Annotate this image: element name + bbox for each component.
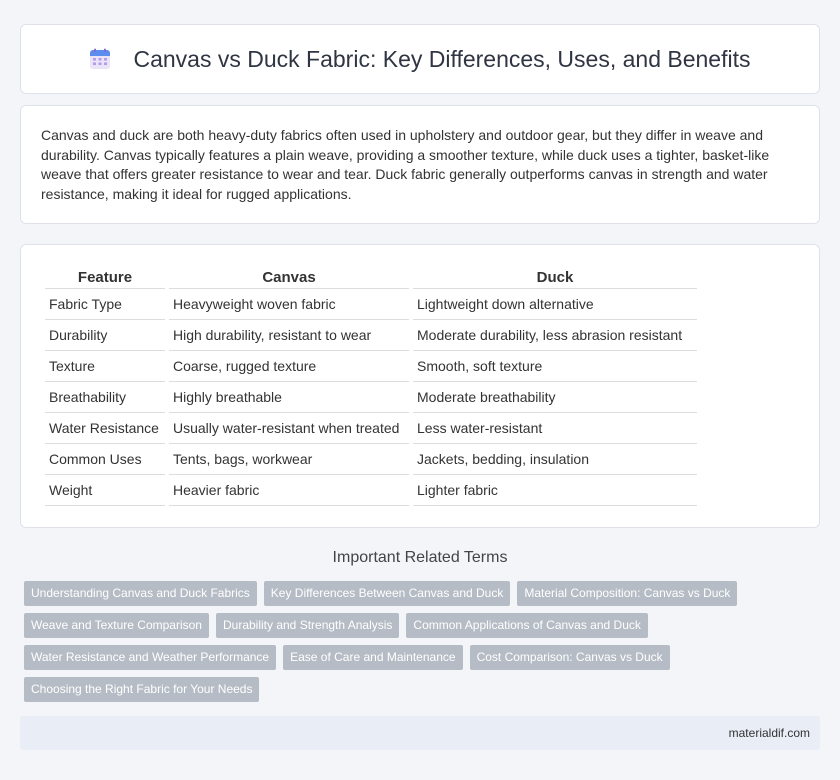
table-cell: Common Uses — [45, 444, 165, 475]
table-cell: Water Resistance — [45, 413, 165, 444]
table-cell: Texture — [45, 351, 165, 382]
intro-text: Canvas and duck are both heavy-duty fabr… — [41, 127, 770, 202]
intro-card: Canvas and duck are both heavy-duty fabr… — [20, 105, 820, 224]
table-row: Breathability Highly breathable Moderate… — [45, 382, 697, 413]
comparison-table: Feature Canvas Duck Fabric Type Heavywei… — [41, 265, 701, 506]
table-row: Weight Heavier fabric Lighter fabric — [45, 475, 697, 506]
table-cell: Durability — [45, 320, 165, 351]
table-cell: Heavier fabric — [169, 475, 409, 506]
header-card: Canvas vs Duck Fabric: Key Differences, … — [20, 24, 820, 94]
table-cell: Jackets, bedding, insulation — [413, 444, 697, 475]
related-term-tag[interactable]: Water Resistance and Weather Performance — [24, 645, 277, 670]
table-cell: Highly breathable — [169, 382, 409, 413]
table-row: Common Uses Tents, bags, workwear Jacket… — [45, 444, 697, 475]
comparison-table-card: Feature Canvas Duck Fabric Type Heavywei… — [20, 244, 820, 528]
table-cell: Fabric Type — [45, 289, 165, 320]
related-term-tag[interactable]: Choosing the Right Fabric for Your Needs — [24, 677, 260, 702]
related-term-tag[interactable]: Understanding Canvas and Duck Fabrics — [24, 581, 257, 606]
header-duck: Duck — [413, 265, 697, 289]
table-row: Fabric Type Heavyweight woven fabric Lig… — [45, 289, 697, 320]
table-cell: Lighter fabric — [413, 475, 697, 506]
table-cell: Less water-resistant — [413, 413, 697, 444]
related-terms-tags: Understanding Canvas and Duck Fabrics Ke… — [24, 581, 824, 709]
table-row: Texture Coarse, rugged texture Smooth, s… — [45, 351, 697, 382]
table-row: Water Resistance Usually water-resistant… — [45, 413, 697, 444]
table-cell: High durability, resistant to wear — [169, 320, 409, 351]
table-row: Durability High durability, resistant to… — [45, 320, 697, 351]
related-term-tag[interactable]: Key Differences Between Canvas and Duck — [263, 581, 511, 606]
footer: materialdif.com — [20, 716, 820, 750]
header-feature: Feature — [45, 265, 165, 289]
table-cell: Lightweight down alternative — [413, 289, 697, 320]
table-cell: Usually water-resistant when treated — [169, 413, 409, 444]
header-canvas: Canvas — [169, 265, 409, 289]
table-cell: Tents, bags, workwear — [169, 444, 409, 475]
related-term-tag[interactable]: Material Composition: Canvas vs Duck — [517, 581, 738, 606]
related-term-tag[interactable]: Common Applications of Canvas and Duck — [406, 613, 648, 638]
table-cell: Moderate breathability — [413, 382, 697, 413]
footer-site-name[interactable]: materialdif.com — [729, 726, 810, 740]
calendar-icon — [89, 48, 111, 70]
table-cell: Moderate durability, less abrasion resis… — [413, 320, 697, 351]
table-cell: Smooth, soft texture — [413, 351, 697, 382]
related-term-tag[interactable]: Weave and Texture Comparison — [24, 613, 209, 638]
table-cell: Heavyweight woven fabric — [169, 289, 409, 320]
related-term-tag[interactable]: Durability and Strength Analysis — [215, 613, 400, 638]
table-cell: Breathability — [45, 382, 165, 413]
table-cell: Weight — [45, 475, 165, 506]
related-term-tag[interactable]: Cost Comparison: Canvas vs Duck — [469, 645, 670, 670]
page-title: Canvas vs Duck Fabric: Key Differences, … — [133, 45, 751, 72]
related-term-tag[interactable]: Ease of Care and Maintenance — [283, 645, 463, 670]
table-cell: Coarse, rugged texture — [169, 351, 409, 382]
related-terms-title: Important Related Terms — [332, 549, 508, 566]
table-header-row: Feature Canvas Duck — [45, 265, 697, 289]
